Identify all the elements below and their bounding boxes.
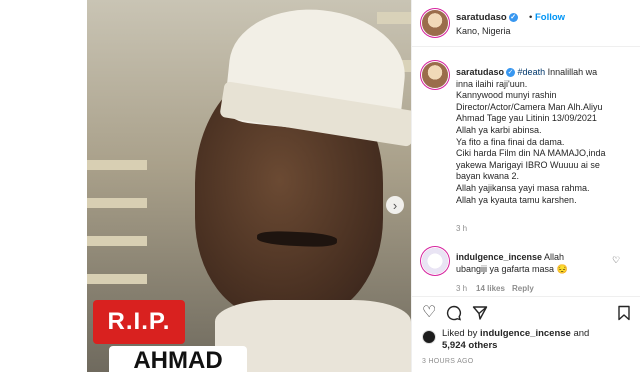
heart-icon[interactable]: ♡	[422, 305, 436, 321]
verified-icon: ✓	[508, 12, 518, 22]
follow-dot: •	[529, 12, 533, 23]
verified-icon: ✓	[506, 68, 516, 78]
caption-line: Allah ya kyauta tamu karshen.	[456, 194, 577, 205]
caption-line: inna ilaihi raji'uun.	[456, 78, 528, 89]
caption-line: Kannywood munyi rashin	[456, 90, 557, 101]
comment-likes[interactable]: 14 likes	[476, 284, 505, 293]
comment-username[interactable]: indulgence_incense	[456, 252, 542, 262]
liked-by-count[interactable]: 5,924 others	[442, 340, 497, 351]
liked-by-prefix: Liked by	[442, 328, 481, 339]
caption-hashtag[interactable]: #death	[518, 67, 546, 77]
author-username[interactable]: saratudaso	[456, 12, 507, 23]
caption-time[interactable]: 3 h	[456, 224, 467, 233]
post-side-panel: saratudaso ✓ • Follow Kano, Nigeria sarat…	[411, 0, 640, 372]
author-avatar[interactable]	[422, 10, 448, 36]
comment-body: indulgence_incense Allah ubangiji ya gaf…	[456, 252, 616, 275]
follow-label[interactable]: Follow	[535, 12, 565, 23]
caption-first-line: saratudaso ✓ #death Innalillah wa	[456, 67, 636, 79]
caption-line: Ciki harda Film din NA MAMAJO,inda	[456, 148, 606, 159]
commenter-avatar[interactable]	[422, 248, 448, 274]
shelf	[377, 12, 411, 24]
share-icon[interactable]	[472, 305, 488, 325]
caption-line: Ya fito a fina finai da dama.	[456, 136, 565, 147]
post-image: R.I.P. AHMAD	[87, 0, 411, 372]
caption-avatar[interactable]	[422, 62, 448, 88]
left-margin	[0, 0, 87, 372]
comment-like-heart-icon[interactable]: ♡	[612, 255, 620, 266]
comment-time[interactable]: 3 h	[456, 284, 467, 293]
caption-line: bayan kwana 2.	[456, 171, 520, 182]
post-timestamp[interactable]: 3 HOURS AGO	[422, 358, 474, 365]
rip-badge: R.I.P.	[93, 300, 185, 344]
author-username-row: saratudaso ✓	[456, 12, 518, 23]
caption-line: Director/Actor/Camera Man Alh.Aliyu	[456, 101, 603, 112]
caption-line: Allah yajikansa yayi masa rahma.	[456, 182, 590, 193]
comment-text: Allah	[542, 252, 565, 262]
post-header: saratudaso ✓ • Follow Kano, Nigeria	[412, 0, 640, 47]
liked-by-middle: and	[570, 328, 590, 339]
shelf	[87, 160, 147, 170]
liked-by-user[interactable]: indulgence_incense	[480, 328, 571, 339]
caption-line: Ahmad Tage yau Litinin 13/09/2021	[456, 113, 597, 124]
comment-icon[interactable]	[446, 305, 462, 325]
comment-text: ubangiji ya gafarta masa	[456, 263, 555, 274]
caption-username[interactable]: saratudaso	[456, 67, 504, 77]
next-arrow-icon[interactable]: ›	[386, 196, 404, 214]
caption-line: yakewa Marigayi IBRO Wuuuu ai se	[456, 159, 600, 170]
shelf	[87, 198, 147, 208]
liked-by[interactable]: Liked by indulgence_incense and 5,924 ot…	[442, 328, 632, 352]
action-bar: ♡	[412, 296, 640, 327]
liked-by-avatar[interactable]	[422, 330, 436, 344]
comment-emoji: 😔	[556, 263, 568, 274]
name-badge: AHMAD	[109, 346, 247, 372]
shelf	[87, 236, 147, 246]
comment-reply-button[interactable]: Reply	[512, 284, 534, 293]
caption-line: Allah ya karbi abinsa.	[456, 124, 542, 135]
post-caption: saratudaso ✓ #death Innalillah wa inna il…	[456, 67, 636, 206]
caption-line: Innalillah wa	[545, 67, 598, 77]
post-location[interactable]: Kano, Nigeria	[456, 26, 511, 36]
shelf	[87, 274, 147, 284]
follow-button[interactable]: • Follow	[529, 12, 565, 23]
bookmark-icon[interactable]	[617, 305, 631, 325]
